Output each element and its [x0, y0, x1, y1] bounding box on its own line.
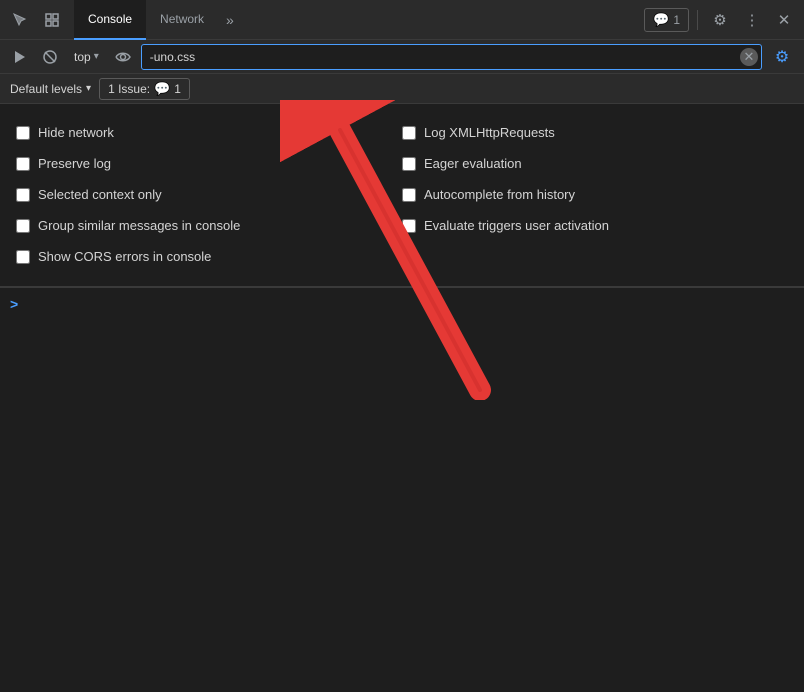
tab-console[interactable]: Console: [74, 0, 146, 40]
levels-arrow: ▾: [86, 83, 91, 94]
filter-input-wrap: ✕: [141, 44, 762, 70]
tab-network[interactable]: Network: [146, 0, 218, 40]
selected-context-checkbox[interactable]: [16, 188, 30, 202]
default-levels-button[interactable]: Default levels ▾: [10, 82, 91, 96]
checkboxes-left: Hide network Preserve log Selected conte…: [16, 118, 402, 272]
console-toolbar: top ▾ ✕ ⚙: [0, 40, 804, 74]
checkboxes-right: Log XMLHttpRequests Eager evaluation Aut…: [402, 118, 788, 272]
issue-badge-btn[interactable]: 💬 1: [644, 8, 689, 32]
dropdown-arrow: ▾: [94, 51, 99, 62]
console-prompt: >: [10, 296, 18, 312]
gear-icon[interactable]: ⚙: [706, 6, 734, 34]
checkbox-eager-eval: Eager evaluation: [402, 149, 788, 180]
checkbox-eval-triggers: Evaluate triggers user activation: [402, 211, 788, 242]
console-area: >: [0, 288, 804, 320]
levels-bar: Default levels ▾ 1 Issue: 💬 1: [0, 74, 804, 104]
dots-icon[interactable]: ⋮: [738, 6, 766, 34]
settings-panel: Hide network Preserve log Selected conte…: [0, 104, 804, 287]
checkbox-preserve-log: Preserve log: [16, 149, 402, 180]
message-icon: 💬: [653, 12, 669, 28]
filter-clear-button[interactable]: ✕: [740, 48, 758, 66]
group-similar-checkbox[interactable]: [16, 219, 30, 233]
separator: [697, 10, 698, 30]
checkbox-hide-network: Hide network: [16, 118, 402, 149]
checkbox-group-similar: Group similar messages in console: [16, 211, 402, 242]
close-icon[interactable]: ✕: [770, 6, 798, 34]
checkbox-autocomplete: Autocomplete from history: [402, 180, 788, 211]
autocomplete-checkbox[interactable]: [402, 188, 416, 202]
eye-icon[interactable]: [111, 45, 135, 69]
block-icon[interactable]: [38, 45, 62, 69]
hide-network-checkbox[interactable]: [16, 126, 30, 140]
eager-eval-checkbox[interactable]: [402, 157, 416, 171]
cors-errors-checkbox[interactable]: [16, 250, 30, 264]
issue-count-badge[interactable]: 1 Issue: 💬 1: [99, 78, 190, 100]
checkbox-log-xhr: Log XMLHttpRequests: [402, 118, 788, 149]
inspect-icon[interactable]: [38, 6, 66, 34]
top-selector[interactable]: top ▾: [68, 48, 105, 66]
eval-triggers-checkbox[interactable]: [402, 219, 416, 233]
tab-bar-right: 💬 1 ⚙ ⋮ ✕: [644, 6, 798, 34]
checkbox-selected-context: Selected context only: [16, 180, 402, 211]
console-settings-icon[interactable]: ⚙: [768, 43, 796, 71]
filter-input[interactable]: [141, 44, 762, 70]
checkbox-cors-errors: Show CORS errors in console: [16, 242, 402, 273]
cursor-icon[interactable]: [6, 6, 34, 34]
tab-more-button[interactable]: »: [218, 12, 242, 28]
devtools-icons: [6, 6, 66, 34]
play-icon[interactable]: [8, 45, 32, 69]
issue-message-icon: 💬: [154, 81, 170, 97]
preserve-log-checkbox[interactable]: [16, 157, 30, 171]
tab-bar: Console Network » 💬 1 ⚙ ⋮ ✕: [0, 0, 804, 40]
log-xhr-checkbox[interactable]: [402, 126, 416, 140]
